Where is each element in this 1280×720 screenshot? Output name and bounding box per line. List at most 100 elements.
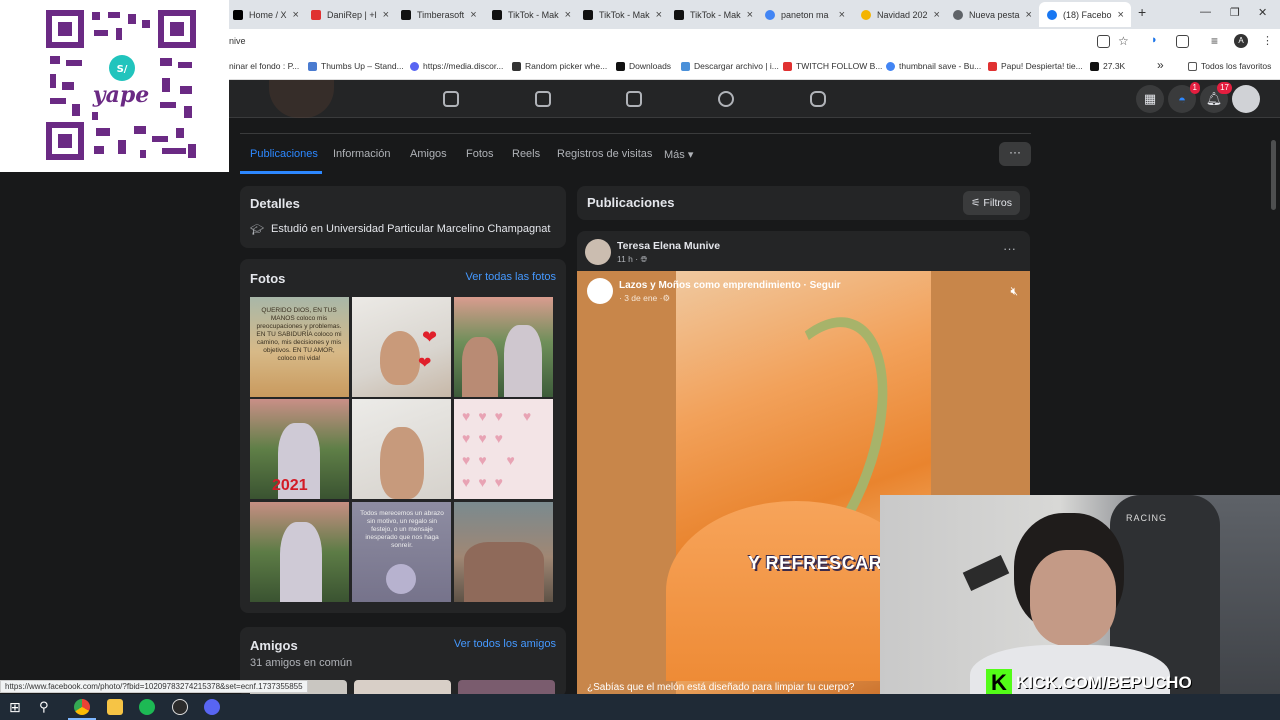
mute-icon[interactable]: 🔇︎ [1010,284,1018,299]
year-overlay: 2021 [272,477,308,494]
post-author[interactable]: Teresa Elena Munive [617,240,720,252]
qr-code-image: S/ yape [46,10,196,160]
profile-avatar[interactable]: A [1234,34,1248,48]
photo-thumbnail[interactable]: 2021 [250,399,349,499]
close-tab-icon[interactable]: × [839,9,845,21]
minimize-icon[interactable]: — [1200,6,1211,18]
url-text[interactable]: nive [229,36,246,46]
bookmark-item[interactable]: Thumbs Up – Stand... [308,61,404,71]
windows-start-icon[interactable]: ⊞ [9,699,25,715]
video-icon[interactable] [535,91,551,107]
close-window-icon[interactable]: ✕ [1258,6,1267,19]
all-favorites[interactable]: Todos los favoritos [1188,61,1271,71]
tab-informacion[interactable]: Información [333,148,390,160]
photo-thumbnail[interactable]: QUERIDO DIOS, EN TUS MANOS coloco mis pr… [250,297,349,397]
tab-publicaciones[interactable]: Publicaciones [250,148,318,160]
restore-icon[interactable]: ❐ [1230,6,1240,19]
filters-button[interactable]: ⚟ Filtros [963,191,1020,215]
page-scrollbar[interactable] [1271,140,1276,210]
post-options-icon[interactable]: ··· [1003,241,1016,256]
shared-page-name[interactable]: Lazos y Moños como emprendimiento · Segu… [619,280,841,291]
browser-tab[interactable]: TikTok - Mak × [575,2,666,27]
spotify-icon[interactable] [139,699,155,715]
close-tab-icon[interactable]: × [747,9,753,21]
browser-tab[interactable]: paneton ma × [757,2,853,27]
photo-thumbnail[interactable] [352,399,451,499]
author-avatar[interactable] [585,239,611,265]
extensions-icon[interactable] [1176,35,1189,48]
gaming-icon[interactable] [810,91,826,107]
bookmark-item[interactable]: Papu! Despierta! tie... [988,61,1083,71]
bookmark-item[interactable]: Downloads [616,61,671,71]
browser-tab[interactable]: Nueva pesta × [945,2,1037,27]
site-icon [861,9,871,20]
close-tab-icon[interactable]: × [565,9,571,21]
browser-tab-active[interactable]: (18) Facebo × [1039,2,1131,27]
heart-icon: ❤ [422,327,438,347]
install-app-icon[interactable] [1097,35,1110,48]
close-tab-icon[interactable]: × [293,9,299,21]
photo-thumbnail[interactable] [250,502,349,602]
photo-thumbnail[interactable]: ❤ ❤ [352,297,451,397]
media-icon[interactable]: ≡ [1211,34,1218,48]
bookmark-item[interactable]: thumbnail save - Bu... [886,61,981,71]
browser-tab[interactable]: TikTok - Mak × [666,2,757,27]
groups-icon[interactable] [718,91,734,107]
close-tab-icon[interactable]: × [656,9,662,21]
bookmark-item[interactable]: 27.3K [1090,61,1125,71]
extension-icon[interactable]: ◗ [1151,34,1158,46]
education-text[interactable]: Estudió en Universidad Particular Marcel… [271,223,550,235]
thumbs-up-icon [308,61,317,71]
status-url: https://www.facebook.com/photo/?fbid=102… [0,680,308,693]
chrome-icon[interactable] [74,699,90,715]
menu-icon[interactable]: ⋮ [1262,34,1273,47]
browser-tab[interactable]: DaniRep | +l × [303,2,393,27]
browser-tab[interactable]: TikTok - Mak × [484,2,575,27]
file-explorer-icon[interactable] [107,699,123,715]
tab-reels[interactable]: Reels [512,148,540,160]
tab-amigos[interactable]: Amigos [410,148,447,160]
browser-tab[interactable]: Navidad 202 × [853,2,945,27]
bookmarks-overflow-button[interactable]: » [1157,58,1164,72]
photo-thumbnail[interactable] [454,297,553,397]
tiktok-icon [674,9,684,20]
search-icon[interactable]: ⚲ [39,699,55,715]
marketplace-icon[interactable] [626,91,642,107]
bookmark-item[interactable]: ninar el fondo : P... [229,61,299,71]
bookmark-item[interactable]: https://media.discor... [410,61,503,71]
bookmark-item[interactable]: Descargar archivo | i... [681,61,779,71]
see-all-photos-link[interactable]: Ver todas las fotos [466,271,557,283]
tab-mas[interactable]: Más ▾ [664,148,693,161]
notifications-icon[interactable]: 🔔︎ 17 [1200,82,1232,113]
facebook-icon [1047,9,1057,20]
close-tab-icon[interactable]: × [934,9,940,21]
tab-fotos[interactable]: Fotos [466,148,494,160]
home-icon[interactable] [443,91,459,107]
discord-icon[interactable] [204,699,220,715]
browser-tab[interactable]: Home / X × [225,2,303,27]
star-icon[interactable]: ☆ [1118,34,1129,48]
see-all-friends-link[interactable]: Ver todos los amigos [454,638,556,650]
new-tab-button[interactable]: + [1138,4,1146,20]
page-avatar[interactable] [587,278,613,304]
close-tab-icon[interactable]: × [1026,9,1032,21]
video-caption: Y REFRESCAR [748,553,883,573]
bookmark-item[interactable]: TWITCH FOLLOW B... [783,61,882,71]
close-tab-icon[interactable]: × [470,9,476,21]
photo-thumbnail[interactable]: Todos merecemos un abrazo sin motivo, un… [352,502,451,602]
browser-tab[interactable]: Timberasoft × [393,2,484,27]
account-avatar[interactable] [1232,85,1260,113]
photo-thumbnail[interactable] [454,502,553,602]
menu-grid-icon[interactable]: ▦ [1136,85,1164,113]
tab-registros[interactable]: Registros de visitas [557,148,652,160]
windows-taskbar: ⊞ ⚲ [0,694,1280,720]
close-tab-icon[interactable]: × [383,9,389,21]
photo-thumbnail[interactable]: ♥♥♥ ♥ ♥♥♥ ♥♥ ♥ ♥♥♥ [454,399,553,499]
graduation-cap-icon: 🎓︎ [250,224,264,236]
heart-icon: ❤ [418,355,432,372]
messenger-icon[interactable]: ◓ 1 [1168,82,1200,113]
obs-icon[interactable] [172,699,188,715]
bookmark-item[interactable]: Random picker whe... [512,61,607,71]
close-tab-icon[interactable]: × [1118,9,1124,21]
more-options-button[interactable]: ··· [999,142,1031,166]
